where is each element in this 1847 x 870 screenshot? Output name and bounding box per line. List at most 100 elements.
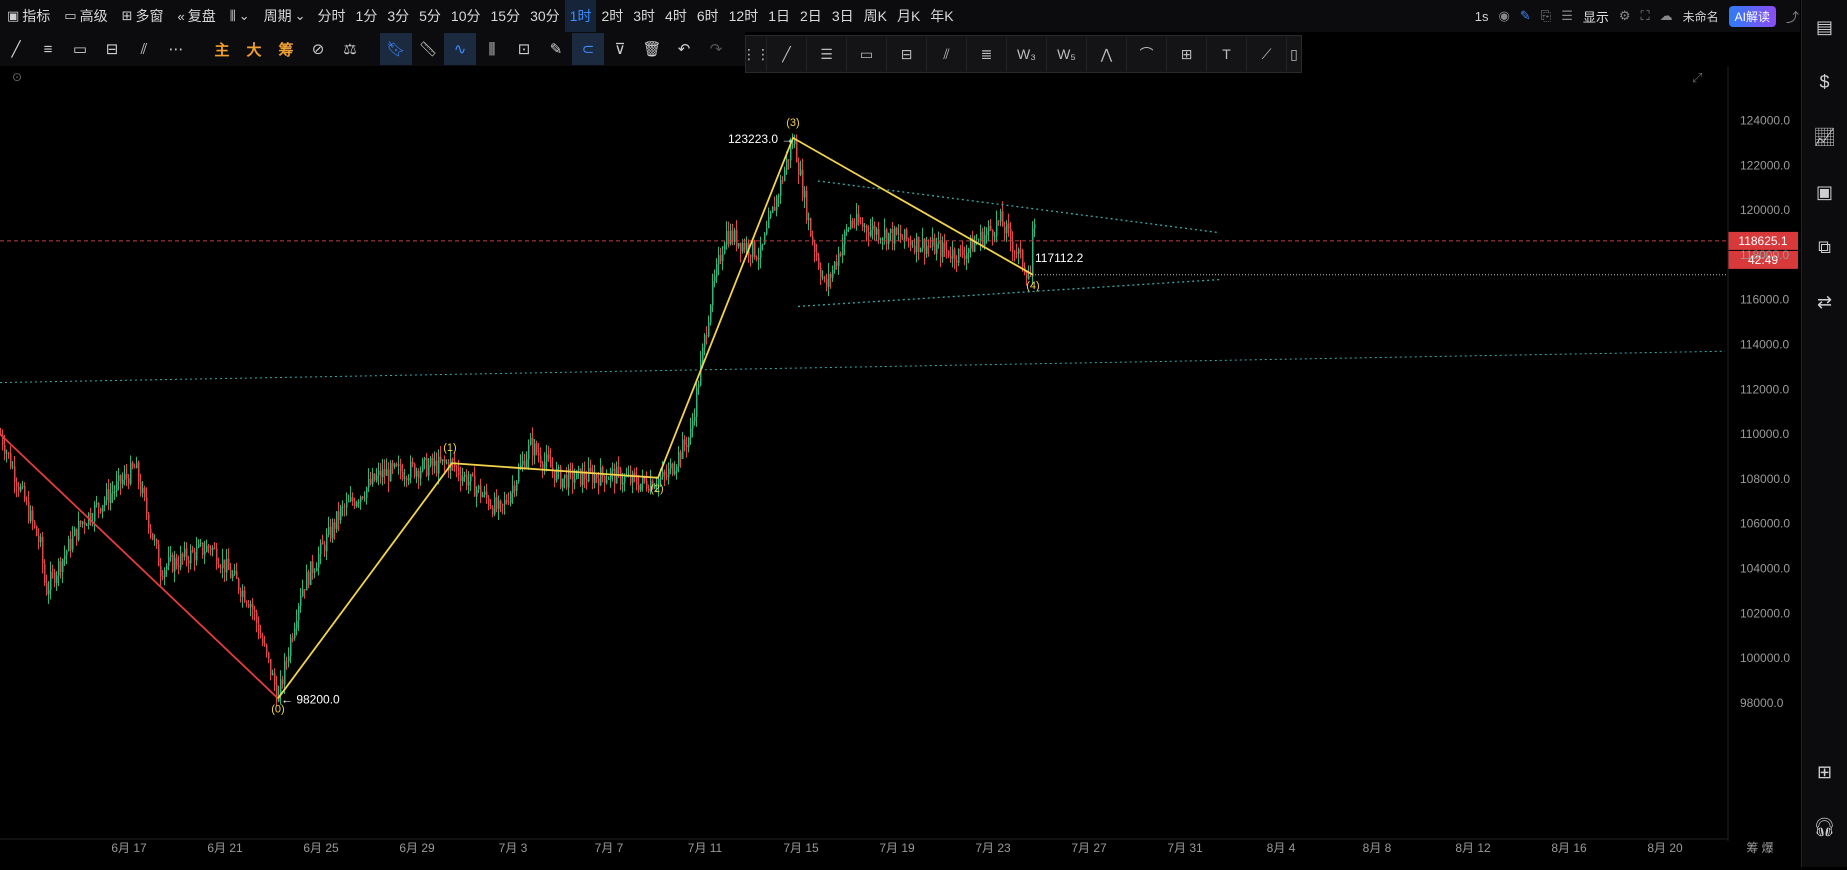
candle-body xyxy=(312,561,314,573)
period-9[interactable]: 3时 xyxy=(628,0,660,32)
candle-body xyxy=(104,500,106,506)
period-13[interactable]: 1日 xyxy=(763,0,795,32)
candle-body xyxy=(832,269,834,278)
settings-icon[interactable]: ⚙ xyxy=(1619,8,1631,24)
peak-annotation: 123223.0 → xyxy=(728,132,793,146)
big-order-button[interactable]: 大 xyxy=(238,33,270,65)
price-chart[interactable]: (0)(1)(2)(3)(4)123223.0 →← 98200.0117112… xyxy=(0,66,1800,867)
magnet-icon[interactable]: ⊂ xyxy=(572,33,604,65)
period-16[interactable]: 周K xyxy=(859,0,892,32)
chart-area[interactable]: (0) (1) (2) (3) (4) 123223.0 → ← 98200.0 117112… xyxy=(0,66,1800,867)
ai-interpret-button[interactable]: AI解读 xyxy=(1728,5,1776,27)
fib-tool-icon[interactable]: ⫽ xyxy=(128,33,160,65)
period-4[interactable]: 10分 xyxy=(446,0,486,32)
wave-tool-icon[interactable]: ∿ xyxy=(444,33,476,65)
support-icon[interactable]: 🎧︎ xyxy=(1802,800,1847,855)
candle-body xyxy=(390,463,392,482)
chips-button[interactable]: 筹 xyxy=(270,33,302,65)
candle-body xyxy=(260,634,262,638)
candle-body xyxy=(542,463,544,469)
period-5[interactable]: 15分 xyxy=(486,0,526,32)
replay-button[interactable]: «复盘 xyxy=(171,0,223,32)
chart-up-icon[interactable]: 📈︎ xyxy=(1802,110,1847,165)
candle-body xyxy=(206,545,208,552)
period-0[interactable]: 分时 xyxy=(313,0,351,32)
period-14[interactable]: 2日 xyxy=(795,0,827,32)
period-18[interactable]: 年K xyxy=(925,0,958,32)
interval-label[interactable]: 1s xyxy=(1475,9,1489,24)
period-12[interactable]: 12时 xyxy=(724,0,764,32)
candle-body xyxy=(860,222,862,224)
candle-body xyxy=(688,437,690,448)
lock-icon[interactable]: ⊡ xyxy=(508,33,540,65)
period-17[interactable]: 月K xyxy=(892,0,925,32)
rect-tool-icon[interactable]: ▭ xyxy=(64,33,96,65)
filter-icon[interactable]: ⊽ xyxy=(604,33,636,65)
candle-body xyxy=(814,242,816,253)
candle-body xyxy=(530,437,532,446)
candle-body xyxy=(38,535,40,543)
candle-body xyxy=(316,567,318,572)
layout-icon[interactable]: ⊞ xyxy=(1802,745,1847,800)
camera-icon[interactable]: ◉ xyxy=(1499,8,1510,24)
period-dropdown[interactable]: 周期 ⌄ xyxy=(257,0,313,32)
advanced-button[interactable]: ▭ 高级 xyxy=(57,0,114,32)
measure-icon[interactable]: ⚖ xyxy=(334,33,366,65)
candle-body xyxy=(786,159,788,171)
pen-icon[interactable]: ✎ xyxy=(1520,8,1531,24)
notes-icon[interactable]: ▤ xyxy=(1802,0,1847,55)
candle-body xyxy=(1020,249,1022,251)
monitor-icon[interactable]: ▣ xyxy=(1802,165,1847,220)
unnamed-layout[interactable]: 未命名 xyxy=(1683,8,1719,25)
display-button[interactable]: 显示 xyxy=(1583,7,1609,26)
chart-type-button[interactable]: ⫼ ⌄ xyxy=(223,0,257,32)
multi-window-button[interactable]: ⊞ 多窗 xyxy=(115,0,171,32)
period-15[interactable]: 3日 xyxy=(827,0,859,32)
save-icon[interactable]: ⎘ xyxy=(1541,8,1551,24)
period-3[interactable]: 5分 xyxy=(414,0,446,32)
cards-icon[interactable]: ⧉ xyxy=(1802,220,1847,275)
dollar-icon[interactable]: $ xyxy=(1802,55,1847,110)
candle-body xyxy=(878,229,880,241)
line-tool-icon[interactable]: ╱ xyxy=(0,33,32,65)
candle-tool-icon[interactable]: ⫼ xyxy=(476,33,508,65)
fullscreen-icon[interactable]: ⛶ xyxy=(1641,8,1650,24)
edit-icon[interactable]: ✎ xyxy=(540,33,572,65)
candle-body xyxy=(440,456,442,462)
candle-body xyxy=(244,590,246,602)
indicators-button[interactable]: ▣ 指标 xyxy=(0,0,57,32)
redo-icon[interactable]: ↷ xyxy=(700,33,732,65)
candle-body xyxy=(296,620,298,629)
candle-body xyxy=(840,253,842,256)
candle-body xyxy=(30,510,32,521)
period-10[interactable]: 4时 xyxy=(660,0,692,32)
compare-icon[interactable]: ⊘ xyxy=(302,33,334,65)
candle-body xyxy=(294,628,296,639)
trash-icon[interactable]: 🗑︎ xyxy=(636,33,668,65)
period-1[interactable]: 1分 xyxy=(351,0,383,32)
more-tools-icon[interactable]: ⋯ xyxy=(160,33,192,65)
candle-body xyxy=(216,548,218,565)
ruler-icon[interactable]: 📏︎ xyxy=(412,33,444,65)
y-tick-label: 124000.0 xyxy=(1740,114,1790,128)
candle-body xyxy=(996,220,998,236)
list-icon[interactable]: ☰ xyxy=(1561,8,1573,24)
right-sidebar: ▤ $ 📈︎ ▣ ⧉ ⇄ ⊞ 🎧︎ xyxy=(1801,0,1847,867)
candle-body xyxy=(692,421,694,429)
candle-body xyxy=(876,229,878,235)
main-indicator-button[interactable]: 主 xyxy=(206,33,238,65)
exchange-icon[interactable]: ⇄ xyxy=(1802,275,1847,330)
candle-body xyxy=(392,463,394,467)
period-7[interactable]: 1时 xyxy=(564,0,597,32)
undo-icon[interactable]: ↶ xyxy=(668,33,700,65)
period-11[interactable]: 6时 xyxy=(692,0,724,32)
candle-body xyxy=(458,467,460,476)
share-icon[interactable]: ⤴ xyxy=(1786,7,1799,26)
period-2[interactable]: 3分 xyxy=(382,0,414,32)
range-tool-icon[interactable]: ⊟ xyxy=(96,33,128,65)
period-6[interactable]: 30分 xyxy=(525,0,565,32)
bookmark-icon[interactable]: 🔖︎ xyxy=(380,33,412,65)
x-tick-label: 8月 12 xyxy=(1455,841,1491,855)
hlines-tool-icon[interactable]: ≡ xyxy=(32,33,64,65)
period-8[interactable]: 2时 xyxy=(596,0,628,32)
